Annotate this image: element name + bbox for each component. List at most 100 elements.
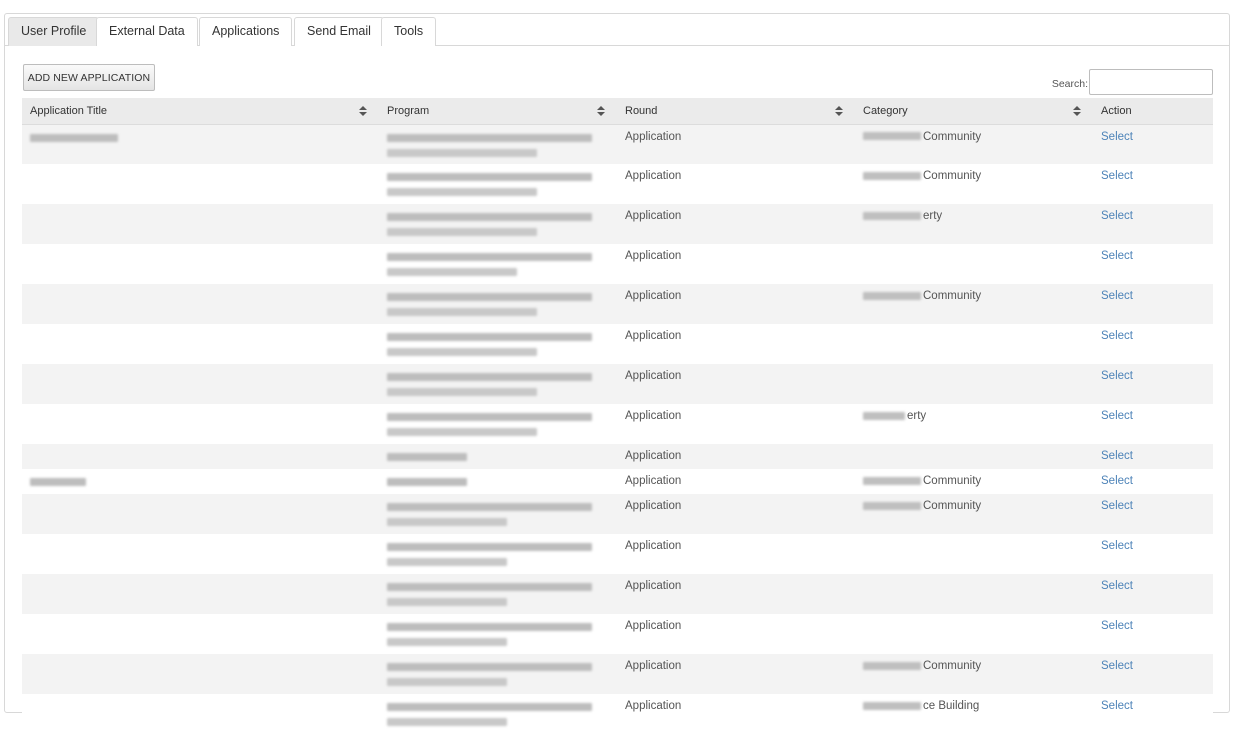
redacted-program [387,718,507,726]
table-row: Application Community Select [22,124,1213,164]
round-cell: Application [617,204,855,244]
select-link[interactable]: Select [1101,475,1133,487]
select-link[interactable]: Select [1101,330,1133,342]
column-header-round[interactable]: Round [617,98,855,125]
search-input[interactable] [1089,69,1213,95]
program-cell [379,404,617,444]
applications-panel: ADD NEW APPLICATION Search: Application … [5,47,1229,734]
redacted-category [863,411,905,420]
tab-send-email[interactable]: Send Email [294,17,384,46]
program-cell [379,204,617,244]
select-link[interactable]: Select [1101,131,1133,143]
redacted-program [387,333,592,341]
round-cell: Application [617,574,855,614]
redacted-program [387,308,537,316]
redacted-program [387,703,592,711]
category-label: Community [923,290,982,302]
redacted-program [387,453,467,461]
program-cell [379,124,617,164]
redacted-title [30,133,118,142]
redacted-program [387,583,592,591]
category-cell [855,444,1093,469]
sort-icon [597,106,605,116]
add-new-application-button[interactable]: ADD NEW APPLICATION [23,64,155,91]
action-cell: Select [1093,324,1213,364]
redacted-program [387,558,507,566]
application-title-cell [22,364,379,404]
application-title-cell [22,494,379,534]
select-link[interactable]: Select [1101,170,1133,182]
action-cell: Select [1093,694,1213,734]
column-header-program[interactable]: Program [379,98,617,125]
tab-tools[interactable]: Tools [381,17,437,46]
select-link[interactable]: Select [1101,450,1133,462]
table-row: Application Select [22,534,1213,574]
category-cell [855,364,1093,404]
select-link[interactable]: Select [1101,580,1133,592]
category-label: Community [923,475,982,487]
action-cell: Select [1093,404,1213,444]
category-cell: Community [855,124,1093,164]
select-link[interactable]: Select [1101,250,1133,262]
action-cell: Select [1093,244,1213,284]
select-link[interactable]: Select [1101,410,1133,422]
category-cell [855,244,1093,284]
redacted-program [387,213,592,221]
redacted-category [863,661,921,670]
table-row: Application Community Select [22,654,1213,694]
program-cell [379,364,617,404]
redacted-program [387,373,592,381]
select-link[interactable]: Select [1101,500,1133,512]
redacted-program [387,518,507,526]
column-header-action: Action [1093,98,1213,125]
program-cell [379,694,617,734]
program-cell [379,469,617,494]
redacted-category [863,291,921,300]
action-cell: Select [1093,204,1213,244]
redacted-program [387,413,592,421]
applications-table: Application Title Program Round Category… [22,98,1213,734]
program-cell [379,614,617,654]
select-link[interactable]: Select [1101,210,1133,222]
round-cell: Application [617,364,855,404]
column-header-application-title[interactable]: Application Title [22,98,379,125]
table-row: Application Select [22,444,1213,469]
action-cell: Select [1093,469,1213,494]
action-cell: Select [1093,164,1213,204]
round-cell: Application [617,124,855,164]
action-cell: Select [1093,284,1213,324]
round-cell: Application [617,164,855,204]
redacted-program [387,253,592,261]
select-link[interactable]: Select [1101,660,1133,672]
application-title-cell [22,204,379,244]
select-link[interactable]: Select [1101,540,1133,552]
round-cell: Application [617,469,855,494]
action-cell: Select [1093,654,1213,694]
table-row: Application Community Select [22,284,1213,324]
select-link[interactable]: Select [1101,620,1133,632]
table-row: Application ce Building Select [22,694,1213,734]
application-title-cell [22,244,379,284]
select-link[interactable]: Select [1101,290,1133,302]
application-title-cell [22,574,379,614]
tab-user-profile[interactable]: User Profile [8,17,100,46]
action-cell: Select [1093,444,1213,469]
round-cell: Application [617,654,855,694]
table-row: Application erty Select [22,204,1213,244]
round-cell: Application [617,614,855,654]
tab-applications[interactable]: Applications [199,17,293,46]
table-row: Application Select [22,574,1213,614]
redacted-program [387,598,507,606]
table-row: Application Select [22,244,1213,284]
round-cell: Application [617,284,855,324]
redacted-program [387,503,592,511]
redacted-program [387,638,507,646]
category-label: Community [923,130,982,143]
column-header-category[interactable]: Category [855,98,1093,125]
category-cell: Community [855,284,1093,324]
select-link[interactable]: Select [1101,370,1133,382]
round-cell: Application [617,444,855,469]
redacted-title [30,478,86,486]
tab-external-data[interactable]: External Data [96,17,198,46]
select-link[interactable]: Select [1101,700,1133,712]
